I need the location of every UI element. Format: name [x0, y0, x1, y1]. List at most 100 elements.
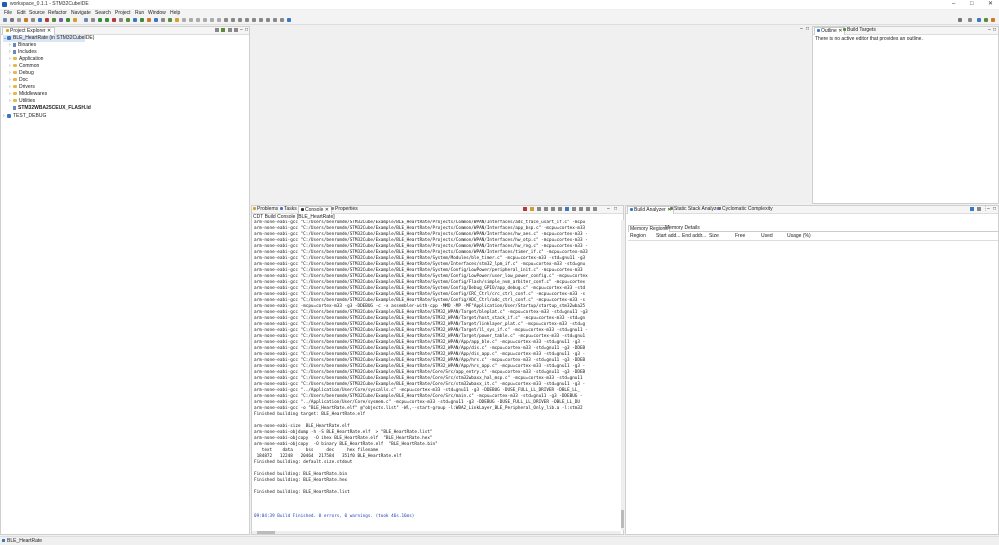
view-menu-icon[interactable] [579, 207, 583, 211]
step-icon[interactable] [154, 18, 158, 22]
save-all-icon[interactable] [17, 18, 21, 22]
tab-memory-details[interactable]: Memory Details [665, 225, 700, 231]
maximize-button[interactable]: □ [970, 1, 974, 8]
info-icon[interactable] [287, 18, 291, 22]
tree-item-middlewares[interactable]: › Middlewares [9, 91, 47, 98]
tab-static-stack-analyzer[interactable]: Static Stack Analyzer [670, 206, 721, 213]
open-type-icon[interactable] [84, 18, 88, 22]
copy-icon[interactable] [586, 207, 590, 211]
console-output[interactable]: arm-none-eabi-gcc "C:/Users/benromde/STM… [252, 220, 620, 530]
toggle-icon[interactable] [161, 18, 165, 22]
tab-properties[interactable]: Properties [331, 206, 358, 213]
last-edit-icon[interactable] [196, 18, 200, 22]
outline-minimize-icon[interactable]: – [988, 27, 991, 34]
scrollbar-thumb[interactable] [257, 531, 275, 534]
column-end-address[interactable]: End addr... [682, 233, 706, 240]
console-minimize-icon[interactable]: – [607, 206, 610, 213]
sync-icon[interactable] [266, 18, 270, 22]
tree-item-includes[interactable]: › Includes [9, 49, 37, 56]
open-perspective-icon[interactable] [968, 18, 972, 22]
terminate-icon[interactable] [523, 207, 527, 211]
mark-icon[interactable] [147, 18, 151, 22]
tab-project-explorer[interactable]: Project Explorer ✕ [2, 27, 56, 35]
tab-tasks[interactable]: Tasks [280, 206, 297, 213]
project-test-debug[interactable]: › TEST_DEBUG [3, 113, 46, 120]
new-console-icon[interactable] [593, 207, 597, 211]
pin-icon[interactable] [175, 18, 179, 22]
device-perspective-icon[interactable] [991, 18, 995, 22]
run-launch-icon[interactable] [105, 18, 109, 22]
minimize-view-icon[interactable]: – [240, 27, 243, 34]
device-config-icon[interactable] [38, 18, 42, 22]
word-wrap-icon[interactable] [551, 207, 555, 211]
menu-window[interactable]: Window [148, 10, 166, 17]
profile-icon[interactable] [59, 18, 63, 22]
prev-annotation-icon[interactable] [182, 18, 186, 22]
debug-icon[interactable] [52, 18, 56, 22]
tree-item-application[interactable]: › Application [9, 56, 43, 63]
menu-project[interactable]: Project [115, 10, 131, 17]
options-icon[interactable] [280, 18, 284, 22]
link-editor-icon[interactable] [221, 28, 225, 32]
link-icon[interactable] [273, 18, 277, 22]
coverage-icon[interactable] [126, 18, 130, 22]
scrollbar-thumb[interactable] [621, 510, 624, 528]
open-console-icon[interactable] [572, 207, 576, 211]
display-console-icon[interactable] [565, 207, 569, 211]
tree-item-common[interactable]: › Common [9, 63, 39, 70]
tree-item-doc[interactable]: › Doc [9, 77, 28, 84]
tree-item-utilities[interactable]: › Utilities [9, 98, 35, 105]
refresh-icon[interactable] [259, 18, 263, 22]
menu-file[interactable]: File [4, 10, 12, 17]
minimize-button[interactable]: – [952, 1, 955, 8]
stop-icon[interactable] [112, 18, 116, 22]
column-start-address[interactable]: Start add... [656, 233, 680, 240]
menu-help[interactable]: Help [170, 10, 180, 17]
menu-edit[interactable]: Edit [17, 10, 26, 17]
window-icon[interactable] [238, 18, 242, 22]
save-icon[interactable] [10, 18, 14, 22]
search-icon[interactable] [958, 18, 962, 22]
console-horizontal-scrollbar[interactable] [252, 531, 621, 534]
build-icon[interactable] [24, 18, 28, 22]
column-usage[interactable]: Usage (%) [787, 233, 811, 240]
tree-item-binaries[interactable]: › Binaries [9, 42, 36, 49]
nav-menu-icon[interactable] [217, 18, 221, 22]
tab-console[interactable]: Console ✕ [298, 206, 332, 214]
annotation-icon[interactable] [168, 18, 172, 22]
new-icon[interactable] [3, 18, 7, 22]
cpp-perspective-icon[interactable] [977, 18, 981, 22]
close-button[interactable]: ✕ [988, 1, 993, 8]
tree-item-linker-script[interactable]: STM32WBA25CEUX_FLASH.ld [13, 105, 91, 112]
collapse-all-icon[interactable] [215, 28, 219, 32]
column-free[interactable]: Free [735, 233, 745, 240]
editor-icon[interactable] [245, 18, 249, 22]
properties-icon[interactable] [31, 18, 35, 22]
scroll-lock-icon[interactable] [544, 207, 548, 211]
tab-problems[interactable]: Problems [253, 206, 278, 213]
pin-console-icon[interactable] [558, 207, 562, 211]
pin-analyzer-icon[interactable] [977, 207, 981, 211]
run-icon[interactable] [66, 18, 70, 22]
terminal-icon[interactable] [252, 18, 256, 22]
external-tools-icon[interactable] [73, 18, 77, 22]
remove-launch-icon[interactable] [530, 207, 534, 211]
menu-refactor[interactable]: Refactor [48, 10, 67, 17]
run-last-icon[interactable] [140, 18, 144, 22]
column-used[interactable]: Used [761, 233, 773, 240]
analyzer-maximize-icon[interactable]: □ [993, 206, 996, 213]
menu-navigate[interactable]: Navigate [71, 10, 91, 17]
filter-icon[interactable] [228, 28, 232, 32]
column-size[interactable]: Size [709, 233, 719, 240]
tab-build-targets[interactable]: Build Targets [843, 27, 876, 34]
debug-launch-icon[interactable] [98, 18, 102, 22]
next-annotation-icon[interactable] [189, 18, 193, 22]
clear-console-icon[interactable] [537, 207, 541, 211]
maximize-view-icon[interactable]: □ [245, 27, 248, 34]
editor-maximize-icon[interactable]: □ [806, 26, 809, 32]
tree-item-debug[interactable]: › Debug [9, 70, 34, 77]
tab-cyclomatic-complexity[interactable]: Cyclomatic Complexity [718, 206, 773, 213]
editor-minimize-icon[interactable]: – [800, 26, 803, 32]
menu-search[interactable]: Search [95, 10, 111, 17]
forward-icon[interactable] [210, 18, 214, 22]
